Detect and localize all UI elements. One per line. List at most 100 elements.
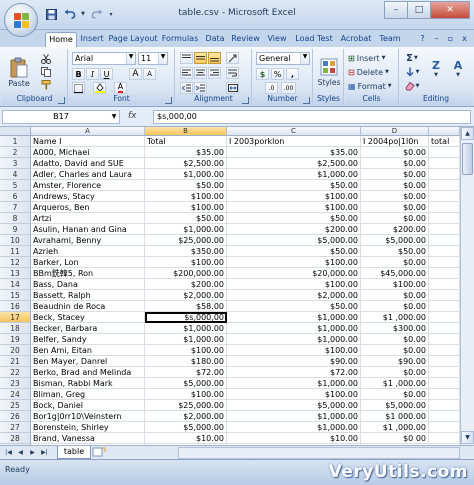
align-left-button[interactable] [180,67,193,79]
cell-c[interactable]: $5,000.00 [227,400,361,411]
cell-e[interactable] [429,224,460,235]
vertical-scrollbar[interactable]: ▲ ▼ [460,127,474,445]
cell-a[interactable]: Bor1g|0rr10\Veinstern [31,411,145,422]
cell-c[interactable]: $1,000.00 [227,378,361,389]
cell-d[interactable]: $0.00 [361,301,429,312]
cell-b[interactable]: $58.00 [145,301,227,312]
cell-d[interactable]: $0.00 [361,334,429,345]
cell-a[interactable]: Artzi [31,213,145,224]
align-right-button[interactable] [208,67,221,79]
row-header[interactable]: 7 [0,202,31,213]
underline-button[interactable]: U [100,68,113,80]
maximize-button[interactable]: □ [407,1,431,19]
number-format-box[interactable]: General ▼ [256,52,310,65]
close-button[interactable]: ✕ [430,1,470,19]
cell-a[interactable]: A000, Michaei [31,147,145,158]
row-header[interactable]: 26 [0,411,31,422]
cell-c[interactable]: $35.00 [227,147,361,158]
cell-b[interactable]: $100.00 [145,202,227,213]
cell-c[interactable]: $1,000.00 [227,334,361,345]
cell-a[interactable]: Berko, Brad and Melinda [31,367,145,378]
office-button[interactable] [4,3,38,37]
cell-e[interactable] [429,411,460,422]
cut-icon[interactable] [40,53,52,64]
cell-e[interactable] [429,246,460,257]
first-sheet-icon[interactable]: |◀ [3,448,14,458]
cell-d[interactable]: $90.00 [361,356,429,367]
cell-e[interactable] [429,235,460,246]
column-header-c[interactable]: C [227,127,361,136]
row-header[interactable]: 13 [0,268,31,279]
font-launcher-icon[interactable] [165,97,172,104]
row-header[interactable]: 15 [0,290,31,301]
format-cells-button[interactable]: ▦ Format ▼ [348,80,398,92]
cell-b[interactable]: $s,000,00 [145,312,227,323]
cell-e[interactable] [429,268,460,279]
percent-button[interactable]: % [271,68,284,80]
format-painter-icon[interactable] [40,79,52,90]
cell-b[interactable]: $25,000.00 [145,400,227,411]
cell-a[interactable]: Borenstein, Shirley [31,422,145,433]
insert-cells-button[interactable]: ⊞ Insert ▼ [348,52,398,64]
cell-a[interactable]: Adatto, David and SUE [31,158,145,169]
number-launcher-icon[interactable] [303,97,310,104]
fill-button[interactable]: ▼ [402,66,422,78]
cell-b[interactable]: $2,000.00 [145,411,227,422]
cell-e[interactable] [429,367,460,378]
row-header[interactable]: 27 [0,422,31,433]
cell-e[interactable] [429,312,460,323]
cell-c[interactable]: I 2003porklon [227,136,361,147]
font-size-box[interactable]: 11 ▼ [138,52,168,65]
cell-c[interactable]: $10.00 [227,433,361,444]
copy-icon[interactable] [40,66,52,77]
prev-sheet-icon[interactable]: ◀ [15,448,26,458]
delete-cells-button[interactable]: ⊟ Delete ▼ [348,66,398,78]
row-header[interactable]: 18 [0,323,31,334]
cell-c[interactable]: $50.00 [227,246,361,257]
cell-a[interactable]: Beck, Stacey [31,312,145,323]
row-header[interactable]: 12 [0,257,31,268]
cell-a[interactable]: Beaudnin de Roca [31,301,145,312]
cell-c[interactable]: $100.00 [227,389,361,400]
cell-a[interactable]: Bass, Dana [31,279,145,290]
cell-d[interactable]: $45,000.00 [361,268,429,279]
align-center-button[interactable] [194,67,207,79]
autosum-button[interactable]: Σ ▼ [402,52,422,64]
cell-d[interactable]: $1 000.00 [361,411,429,422]
cell-d[interactable]: $0 00 [361,433,429,444]
last-sheet-icon[interactable]: ▶| [39,448,50,458]
cell-b[interactable]: $2,500.00 [145,158,227,169]
cell-c[interactable]: $100.00 [227,345,361,356]
cell-e[interactable] [429,202,460,213]
cell-c[interactable]: $100.00 [227,191,361,202]
cell-c[interactable]: $72.00 [227,367,361,378]
row-header[interactable]: 5 [0,180,31,191]
cell-d[interactable]: $200.00 [361,224,429,235]
number-format-dropdown-icon[interactable]: ▼ [300,53,309,64]
row-header[interactable]: 16 [0,301,31,312]
tab-team[interactable]: Team [376,32,404,47]
cell-a[interactable]: Andrews, Stacy [31,191,145,202]
row-header[interactable]: 3 [0,158,31,169]
cell-a[interactable]: Adler, Charles and Laura [31,169,145,180]
cell-c[interactable]: $50.00 [227,213,361,224]
cell-e[interactable] [429,279,460,290]
row-header[interactable]: 23 [0,378,31,389]
help-icon[interactable]: ? [417,33,428,44]
row-header[interactable]: 24 [0,389,31,400]
clipboard-launcher-icon[interactable] [58,97,65,104]
insert-sheet-icon[interactable] [92,447,107,458]
cell-b[interactable]: $1,000.00 [145,169,227,180]
cell-b[interactable]: $5,000.00 [145,422,227,433]
cell-b[interactable]: $1,000.00 [145,224,227,235]
horizontal-scrollbar[interactable] [178,447,460,459]
cell-a[interactable]: Barker, Lon [31,257,145,268]
cell-d[interactable]: I 2004po|1l0n [361,136,429,147]
cell-e[interactable] [429,422,460,433]
cell-e[interactable] [429,345,460,356]
next-sheet-icon[interactable]: ▶ [27,448,38,458]
scroll-thumb[interactable] [462,143,473,175]
cell-d[interactable]: $0.00 [361,202,429,213]
font-color-button[interactable]: A [114,82,127,94]
row-header[interactable]: 9 [0,224,31,235]
